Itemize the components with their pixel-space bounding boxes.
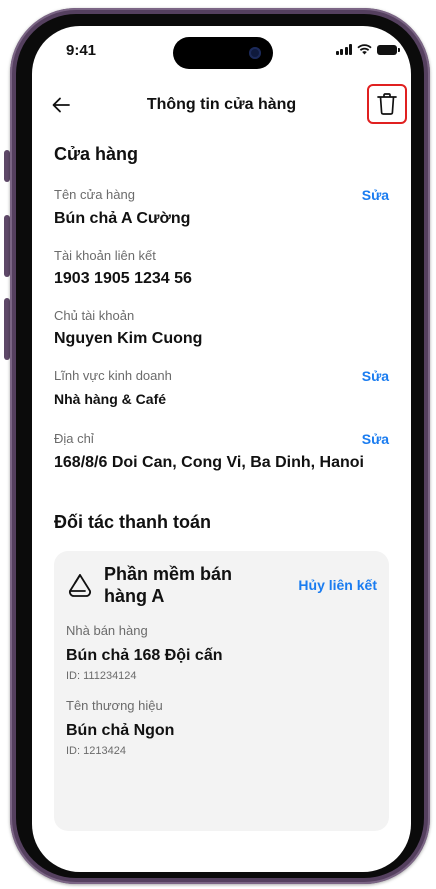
- status-bar: 9:41: [32, 26, 411, 74]
- store-info-content: Cửa hàng Tên cửa hàng Sửa Bún chả A Cườn…: [54, 144, 389, 831]
- account-owner-label: Chủ tài khoản: [54, 308, 135, 323]
- dynamic-island: [173, 37, 273, 69]
- camera-icon: [249, 47, 261, 59]
- unlink-partner-button[interactable]: Hủy liên kết: [298, 577, 377, 593]
- linked-account-label: Tài khoản liên kết: [54, 248, 156, 263]
- brand-id: ID: 1213424: [66, 745, 126, 757]
- vendor-value: Bún chả 168 Đội cấn: [66, 647, 223, 664]
- business-field-value: Nhà hàng & Café: [54, 391, 167, 407]
- linked-account-field: Tài khoản liên kết 1903 1905 1234 56: [54, 248, 389, 288]
- phone-screen: 9:41 Thông tin cửa hàng Cửa hàng Tên cửa…: [32, 26, 411, 872]
- store-section-title: Cửa hàng: [54, 144, 139, 164]
- partner-logo-icon: [69, 574, 91, 597]
- brand-label: Tên thương hiệu: [66, 698, 163, 713]
- address-label: Địa chỉ: [54, 431, 94, 446]
- page-title: Thông tin cửa hàng: [146, 96, 297, 113]
- edit-business-field-button[interactable]: Sửa: [362, 368, 389, 384]
- partners-section-title: Đối tác thanh toán: [54, 512, 211, 532]
- wifi-icon: [357, 44, 372, 55]
- battery-icon: [377, 45, 400, 55]
- business-field: Lĩnh vực kinh doanh Sửa Nhà hàng & Café: [54, 368, 389, 407]
- vendor-id: ID: 111234124: [66, 670, 137, 682]
- brand-value: Bún chả Ngon: [66, 722, 175, 739]
- account-owner-field: Chủ tài khoản Nguyen Kim Cuong: [54, 308, 389, 348]
- status-time: 9:41: [66, 42, 97, 59]
- top-app-bar: Thông tin cửa hàng: [32, 84, 411, 130]
- address-value: 168/8/6 Doi Can, Cong Vi, Ba Dinh, Hanoi: [54, 454, 364, 471]
- store-name-label: Tên cửa hàng: [54, 187, 135, 202]
- edit-address-button[interactable]: Sửa: [362, 431, 389, 447]
- store-name-value: Bún chả A Cường: [54, 210, 191, 227]
- address-field: Địa chỉ Sửa 168/8/6 Doi Can, Cong Vi, Ba…: [54, 431, 389, 472]
- partner-card: Phần mềm bán hàng A Hủy liên kết Nhà bán…: [54, 551, 389, 831]
- status-icons: [335, 44, 400, 55]
- edit-store-name-button[interactable]: Sửa: [362, 187, 389, 203]
- store-name-field: Tên cửa hàng Sửa Bún chả A Cường: [54, 187, 389, 228]
- partner-name: Phần mềm bán hàng A: [104, 564, 233, 606]
- linked-account-value: 1903 1905 1234 56: [54, 270, 192, 287]
- delete-store-button[interactable]: [367, 84, 407, 124]
- vendor-label: Nhà bán hàng: [66, 623, 148, 638]
- signal-icon: [335, 44, 352, 55]
- trash-icon: [377, 93, 397, 115]
- account-owner-value: Nguyen Kim Cuong: [54, 330, 203, 347]
- business-field-label: Lĩnh vực kinh doanh: [54, 368, 172, 383]
